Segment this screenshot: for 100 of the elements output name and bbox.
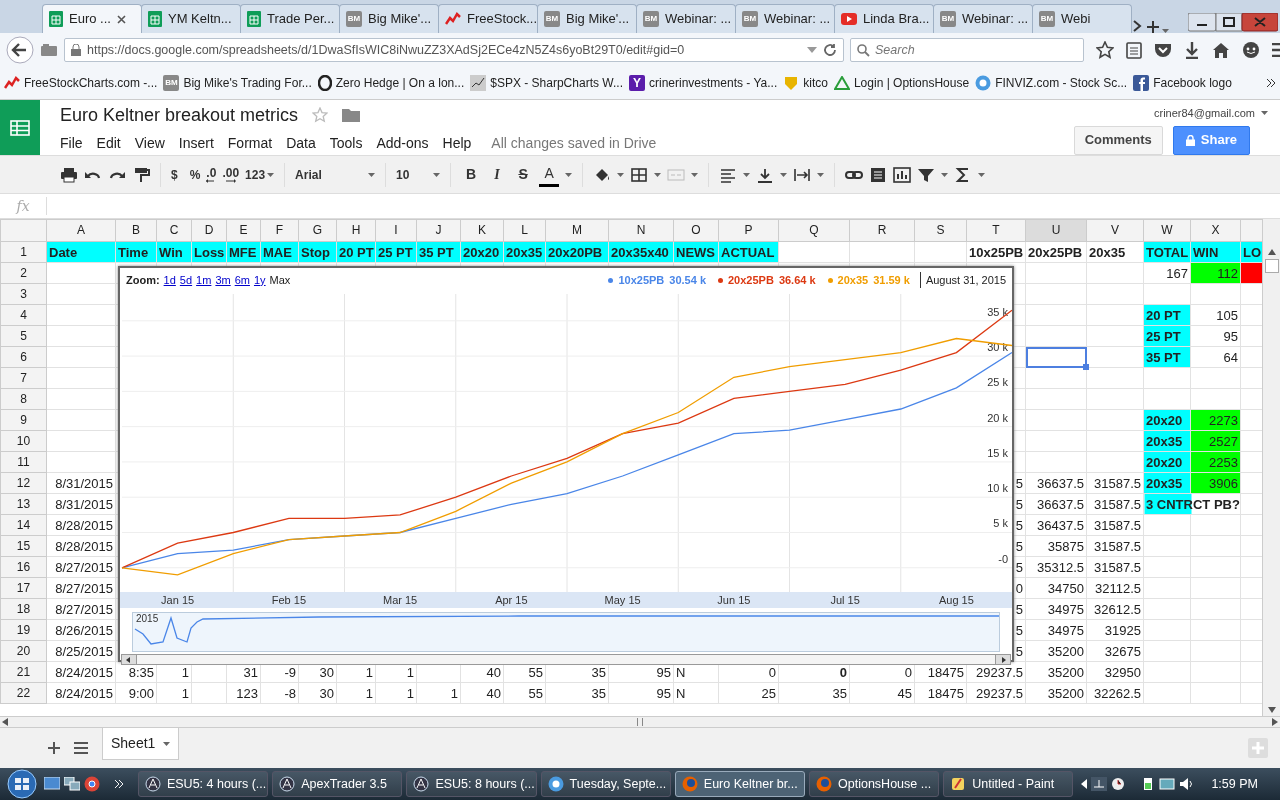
column-header[interactable]: Q (778, 219, 850, 242)
row-header[interactable]: 5 (0, 325, 47, 347)
zoom-link[interactable]: 1m (196, 271, 212, 289)
row-header[interactable]: 17 (0, 577, 47, 599)
strikethrough-button[interactable]: S (513, 164, 534, 185)
taskbar-item[interactable]: Untitled - Paint (943, 771, 1074, 797)
column-header[interactable]: C (156, 219, 192, 242)
menu-item[interactable]: Tools (329, 132, 363, 154)
decimal-button[interactable]: .00 (222, 166, 240, 183)
taskbar-item[interactable]: OptionsHouse ... (809, 771, 940, 797)
row-header[interactable]: 7 (0, 367, 47, 389)
row-header[interactable]: 14 (0, 514, 47, 536)
row-header[interactable]: 15 (0, 535, 47, 557)
taskbar-item[interactable]: Tuesday, Septe... (540, 771, 671, 797)
row-header[interactable]: 16 (0, 556, 47, 578)
row-header[interactable]: 13 (0, 493, 47, 515)
font-size-dropdown[interactable]: 10 (396, 165, 441, 184)
window-switch-icon[interactable] (64, 777, 80, 791)
column-header[interactable]: P (718, 219, 779, 242)
row-header[interactable]: 6 (0, 346, 47, 368)
align-icon[interactable] (719, 166, 738, 183)
row-header[interactable]: 4 (0, 304, 47, 326)
home-icon[interactable] (1212, 42, 1230, 58)
menu-item[interactable]: Data (286, 132, 316, 154)
column-header[interactable]: B (115, 219, 157, 242)
tray-expand-icon[interactable] (1081, 779, 1088, 789)
account-email[interactable]: criner84@gmail.com (1153, 105, 1255, 122)
add-sheet-icon[interactable] (48, 742, 60, 754)
scrollbar-thumb[interactable] (637, 718, 643, 726)
taskbar-item[interactable]: ESU5: 8 hours (... (406, 771, 537, 797)
browser-icon[interactable] (84, 776, 100, 792)
comments-button[interactable]: Comments (1073, 125, 1163, 155)
grid-icon[interactable] (40, 43, 58, 57)
row-header[interactable]: 10 (0, 430, 47, 452)
row-header[interactable]: 19 (0, 619, 47, 641)
zoom-link[interactable]: 6m (234, 271, 250, 289)
bookmark-link[interactable]: FINVIZ.com - Stock Sc... (975, 74, 1128, 92)
row-header[interactable]: 21 (0, 661, 47, 683)
chevron-icon[interactable] (1266, 78, 1276, 88)
scrollbar-thumb[interactable] (1264, 259, 1279, 273)
taskbar-item[interactable]: ESU5: 4 hours (... (137, 771, 269, 797)
scroll-right-icon[interactable] (1272, 718, 1278, 726)
column-header[interactable]: L (503, 219, 546, 242)
scroll-up-icon[interactable] (1267, 249, 1276, 255)
browser-tab[interactable]: FreeStock... (438, 4, 538, 33)
selected-cell[interactable] (1025, 346, 1087, 368)
address-bar[interactable]: https://docs.google.com/spreadsheets/d/1DwaSfIsWIC8iNwuZZ3XAdSj2ECe4zN5Z4s6yoBt29T0/edit#gid=0 (64, 38, 844, 62)
row-header[interactable]: 20 (0, 640, 47, 662)
row-header[interactable]: 11 (0, 451, 47, 473)
browser-tab[interactable]: Linda Bra... (834, 4, 934, 33)
scroll-down-icon[interactable] (1267, 707, 1276, 713)
bold-button[interactable]: B (461, 164, 482, 185)
browser-tab[interactable]: YM Keltn... (141, 4, 241, 33)
star-icon[interactable] (1096, 41, 1114, 59)
menu-item[interactable]: Help (442, 132, 472, 154)
browser-tab[interactable]: BM Webinar: ... (735, 4, 835, 33)
sheets-logo[interactable] (0, 100, 40, 155)
column-header[interactable]: D (191, 219, 227, 242)
column-header[interactable]: G (298, 219, 337, 242)
search-field[interactable]: Search (850, 38, 1084, 62)
column-header[interactable]: I (375, 219, 417, 242)
back-icon[interactable] (6, 36, 34, 64)
browser-tab[interactable]: BM Big Mike'... (537, 4, 637, 33)
row-header[interactable]: 18 (0, 598, 47, 620)
star-icon[interactable] (312, 107, 329, 123)
wrap-icon[interactable] (793, 166, 812, 183)
close-icon[interactable] (116, 14, 126, 24)
taskbar-item[interactable]: Euro Keltner br... (674, 771, 806, 797)
dropdown-icon[interactable] (807, 47, 817, 53)
sheet-list-icon[interactable] (74, 742, 88, 754)
tray-icon[interactable] (1111, 777, 1126, 791)
paint-format-icon[interactable] (132, 166, 150, 183)
document-title[interactable]: Euro Keltner breakout metrics (60, 101, 299, 129)
bookmark-link[interactable]: Y crinerinvestments - Ya... (628, 74, 778, 92)
menu-item[interactable]: Insert (178, 132, 214, 154)
column-header[interactable]: J (416, 219, 461, 242)
start-button[interactable] (4, 769, 40, 799)
chart-scrollbar[interactable] (121, 654, 1011, 665)
zoom-link[interactable]: 1d (163, 271, 176, 289)
column-header[interactable]: K (460, 219, 504, 242)
new-tab-icon[interactable] (1146, 21, 1159, 33)
window-controls-icon[interactable] (1188, 13, 1279, 33)
browser-tab[interactable]: BM Webi (1032, 4, 1132, 33)
zoom-link[interactable]: Max (269, 271, 291, 289)
folder-icon[interactable] (342, 108, 361, 122)
column-header[interactable]: X (1190, 219, 1241, 242)
scroll-left-icon[interactable] (2, 718, 8, 726)
reading-list-icon[interactable] (1126, 41, 1142, 59)
browser-tab[interactable]: BM Big Mike'... (339, 4, 439, 33)
column-header[interactable]: S (914, 219, 967, 242)
zoom-link[interactable]: 5d (179, 271, 193, 289)
menu-item[interactable]: Format (227, 132, 273, 154)
bookmark-link[interactable]: Login | OptionsHouse (833, 74, 970, 92)
desktop-icon[interactable] (44, 777, 60, 791)
row-header[interactable]: 9 (0, 409, 47, 431)
row-header[interactable]: 8 (0, 388, 47, 410)
row-header[interactable]: 2 (0, 262, 47, 284)
row-header[interactable]: 3 (0, 283, 47, 305)
row-header[interactable]: 1 (0, 241, 47, 263)
row-header[interactable]: 22 (0, 682, 47, 704)
